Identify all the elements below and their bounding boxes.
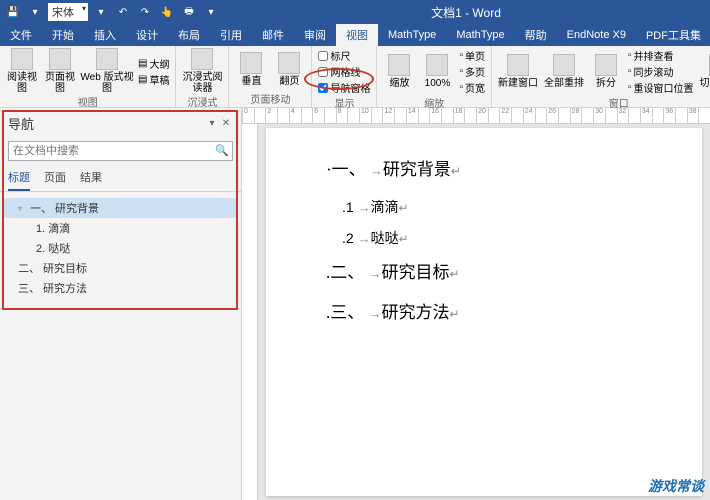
ribbon-tabs: 文件开始插入设计布局引用邮件审阅视图MathTypeMathType帮助EndN… [0, 24, 710, 46]
arrange-all-button[interactable]: 全部重排 [542, 48, 586, 95]
nav-tab-标题[interactable]: 标题 [8, 165, 30, 191]
tab-开始[interactable]: 开始 [42, 24, 84, 46]
gridlines-checkbox[interactable]: 网格线 [318, 64, 370, 79]
nav-tree-node[interactable]: 三、 研究方法 [4, 278, 237, 298]
vertical-button[interactable]: 垂直 [233, 48, 269, 91]
tab-布局[interactable]: 布局 [168, 24, 210, 46]
page-width-button[interactable]: ▫ 页宽 [459, 80, 485, 95]
search-input[interactable] [8, 141, 233, 161]
redo-icon[interactable]: ↷ [136, 3, 154, 21]
tab-插入[interactable]: 插入 [84, 24, 126, 46]
split-button[interactable]: 拆分 [588, 48, 624, 95]
immersive-reader-button[interactable]: 沉浸式阅读器 [180, 48, 224, 94]
read-view-button[interactable]: 阅读视图 [4, 48, 40, 94]
tab-MathType[interactable]: MathType [378, 24, 446, 46]
switch-window-button[interactable]: 切换窗口 [698, 48, 710, 95]
document-line[interactable]: .三、 →研究方法↵ [326, 301, 682, 325]
ribbon-group-window: 新建窗口 全部重排 拆分 ▫ 并排查看 ▫ 同步滚动 ▫ 重设窗口位置 切换窗口… [492, 46, 710, 107]
ruler-checkbox[interactable]: 标尺 [318, 48, 370, 63]
tab-PDF工具集[interactable]: PDF工具集 [636, 24, 710, 46]
document-page[interactable]: ·一、 →研究背景↵ .1 →滴滴↵ .2 →哒哒↵ .二、 →研究目标↵ .三、 →研… [266, 128, 702, 496]
more-icon[interactable]: ▾ [202, 3, 220, 21]
search-icon[interactable]: 🔍 [215, 144, 229, 157]
nav-tree: ▿一、 研究背景1. 滴滴2. 哒哒二、 研究目标三、 研究方法 [0, 192, 241, 304]
title-bar: 💾 ▾ 宋体 ▾ ↶ ↷ 👆 🖶 ▾ 文档1 - Word [0, 0, 710, 24]
single-page-button[interactable]: ▫ 单页 [459, 48, 485, 63]
nav-tree-node[interactable]: 1. 滴滴 [4, 218, 237, 238]
save-icon[interactable]: 💾 [4, 3, 22, 21]
nav-pane-checkbox[interactable]: 导航窗格 [318, 80, 370, 95]
draft-button[interactable]: ▤ 草稿 [138, 72, 169, 87]
tab-视图[interactable]: 视图 [336, 24, 378, 46]
window-title: 文档1 - Word [226, 4, 706, 21]
document-line[interactable]: .二、 →研究目标↵ [326, 261, 682, 285]
print-icon[interactable]: 🖶 [180, 3, 198, 21]
close-icon[interactable]: ✕ [219, 118, 233, 129]
nav-search: 🔍 [8, 141, 233, 161]
dropdown-icon[interactable]: ▾ [205, 118, 219, 129]
ribbon-group-pagemove: 垂直 翻页 页面移动 [229, 46, 312, 107]
nav-tab-结果[interactable]: 结果 [80, 165, 102, 191]
undo-icon[interactable]: ↶ [114, 3, 132, 21]
multi-page-button[interactable]: ▫ 多页 [459, 64, 485, 79]
tab-MathType[interactable]: MathType [446, 24, 514, 46]
workspace: 导航 ▾ ✕ 🔍 标题页面结果 ▿一、 研究背景1. 滴滴2. 哒哒二、 研究目… [0, 108, 710, 500]
document-area: 02468101214161820222426283032343638 ·一、 … [242, 108, 710, 500]
tab-引用[interactable]: 引用 [210, 24, 252, 46]
ribbon: 阅读视图 页面视图 Web 版式视图 ▤ 大纲 ▤ 草稿 视图 沉浸式阅读器 沉… [0, 46, 710, 108]
zoom-button[interactable]: 缩放 [381, 48, 417, 95]
side-by-side-button[interactable]: ▫ 并排查看 [628, 48, 694, 63]
nav-tabs: 标题页面结果 [0, 165, 241, 192]
nav-tree-node[interactable]: 2. 哒哒 [4, 238, 237, 258]
web-view-button[interactable]: Web 版式视图 [80, 48, 134, 94]
hundred-button[interactable]: 100% [419, 48, 455, 95]
font-selector[interactable]: 宋体 [48, 3, 88, 21]
ribbon-group-immersive: 沉浸式阅读器 沉浸式 [176, 46, 229, 107]
quick-access-toolbar: 💾 ▾ 宋体 ▾ ↶ ↷ 👆 🖶 ▾ [4, 3, 220, 21]
navigation-pane: 导航 ▾ ✕ 🔍 标题页面结果 ▿一、 研究背景1. 滴滴2. 哒哒二、 研究目… [0, 108, 242, 500]
new-window-button[interactable]: 新建窗口 [496, 48, 540, 95]
nav-tree-node[interactable]: 二、 研究目标 [4, 258, 237, 278]
horizontal-ruler[interactable]: 02468101214161820222426283032343638 [242, 108, 710, 124]
tab-邮件[interactable]: 邮件 [252, 24, 294, 46]
tab-EndNote X9[interactable]: EndNote X9 [557, 24, 636, 46]
page-view-button[interactable]: 页面视图 [42, 48, 78, 94]
group-label: 页面移动 [233, 91, 307, 107]
sync-scroll-button[interactable]: ▫ 同步滚动 [628, 64, 694, 79]
nav-tree-node[interactable]: ▿一、 研究背景 [4, 198, 237, 218]
tab-文件[interactable]: 文件 [0, 24, 42, 46]
document-line[interactable]: ·一、 →研究背景↵ [326, 158, 682, 182]
outline-button[interactable]: ▤ 大纲 [138, 56, 169, 71]
vertical-ruler[interactable] [242, 124, 258, 500]
document-line[interactable]: .1 →滴滴↵ [326, 198, 682, 218]
touch-icon[interactable]: 👆 [158, 3, 176, 21]
tab-帮助[interactable]: 帮助 [515, 24, 557, 46]
dropdown-icon[interactable]: ▾ [92, 3, 110, 21]
ribbon-group-views: 阅读视图 页面视图 Web 版式视图 ▤ 大纲 ▤ 草稿 视图 [0, 46, 176, 107]
tab-审阅[interactable]: 审阅 [294, 24, 336, 46]
nav-title: 导航 [8, 114, 34, 133]
watermark: 游戏常谈 [648, 476, 704, 496]
nav-tab-页面[interactable]: 页面 [44, 165, 66, 191]
flip-button[interactable]: 翻页 [271, 48, 307, 91]
ribbon-group-show: 标尺 网格线 导航窗格 显示 [312, 46, 377, 107]
document-line[interactable]: .2 →哒哒↵ [326, 229, 682, 249]
tab-设计[interactable]: 设计 [126, 24, 168, 46]
reset-window-button[interactable]: ▫ 重设窗口位置 [628, 80, 694, 95]
dropdown-icon[interactable]: ▾ [26, 3, 44, 21]
ribbon-group-zoom: 缩放 100% ▫ 单页 ▫ 多页 ▫ 页宽 缩放 [377, 46, 492, 107]
